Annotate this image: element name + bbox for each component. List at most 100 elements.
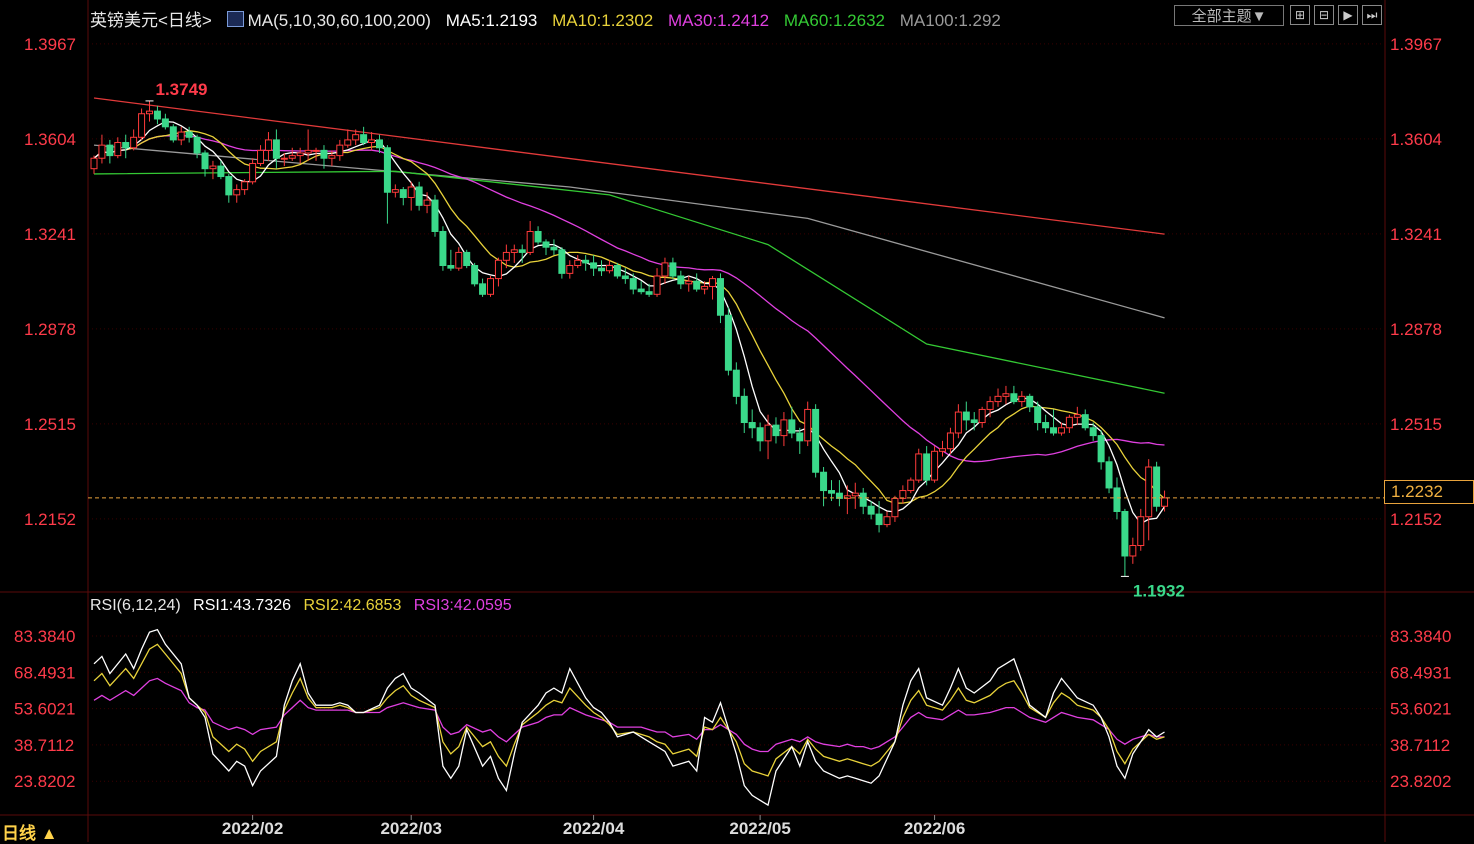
candle-body xyxy=(1050,427,1058,434)
candle-body xyxy=(796,432,804,442)
candle-body xyxy=(875,513,883,526)
candle-body xyxy=(1081,414,1089,429)
candle-body xyxy=(423,199,431,206)
candle-body xyxy=(502,251,510,261)
candle-body xyxy=(494,259,502,280)
candle-body xyxy=(169,126,177,141)
candle-body xyxy=(550,246,558,251)
high-price-label: 1.3749 xyxy=(156,80,208,99)
rsi2-line xyxy=(93,643,1165,777)
candle-body xyxy=(225,176,233,196)
candle-body xyxy=(621,275,629,280)
candle-body xyxy=(193,136,201,154)
rsi-tick-right: 68.4931 xyxy=(1390,663,1451,682)
candle-body xyxy=(526,230,534,253)
rsi-tick-left: 23.8202 xyxy=(14,772,75,791)
candle-body xyxy=(685,280,693,285)
time-tick-label: 2022/04 xyxy=(563,819,625,838)
candle-body xyxy=(1073,414,1081,418)
fast-forward-icon[interactable]: ⏭ xyxy=(1362,5,1382,25)
period-tag[interactable]: <日线> xyxy=(158,11,212,30)
candle-body xyxy=(629,278,637,290)
candle-body xyxy=(518,249,526,253)
candle-body xyxy=(122,142,130,149)
candle-body xyxy=(558,249,566,274)
candle-body xyxy=(264,139,272,151)
candle-body xyxy=(209,165,217,170)
candle-body xyxy=(368,139,376,144)
candle-body xyxy=(439,230,447,267)
candle-body xyxy=(304,149,312,154)
candle-body xyxy=(479,283,487,295)
candle-body xyxy=(1089,427,1097,437)
candle-body xyxy=(1034,406,1042,424)
time-tick-label: 2022/03 xyxy=(380,819,441,838)
candle-body xyxy=(598,267,606,272)
price-tick-right: 1.2152 xyxy=(1390,510,1442,529)
rsi-tick-right: 83.3840 xyxy=(1390,627,1451,646)
period-selector[interactable]: 日线 ▲ xyxy=(2,819,58,844)
rsi-tick-right: 38.7112 xyxy=(1390,736,1450,755)
candle-body xyxy=(1065,416,1073,429)
candle-body xyxy=(455,251,463,269)
candle-body xyxy=(296,152,304,157)
candle-body xyxy=(114,142,122,157)
ma30-line xyxy=(93,135,1165,463)
candle-body xyxy=(146,110,154,115)
candle-body xyxy=(328,155,336,159)
candle-body xyxy=(431,199,439,232)
price-tick-left: 1.3241 xyxy=(24,225,76,244)
candle-body xyxy=(1129,545,1137,557)
candle-body xyxy=(1153,466,1161,507)
candle-body xyxy=(312,149,320,152)
last-price-box: 1.2232 xyxy=(1384,480,1474,504)
chart-header: 英镑美元<日线> MA(5,10,30,60,100,200) MA5:1.21… xyxy=(90,6,1011,31)
candle-body xyxy=(939,448,947,452)
rsi1-value: RSI1:43.7326 xyxy=(193,597,292,614)
candle-body xyxy=(986,401,994,410)
price-tick-right: 1.2878 xyxy=(1390,320,1442,339)
candle-body xyxy=(962,411,970,421)
play-back-icon[interactable]: ▶ xyxy=(1338,5,1358,25)
candle-body xyxy=(923,453,931,481)
candle-body xyxy=(1161,497,1169,507)
time-tick-label: 2022/06 xyxy=(904,819,965,838)
grid-layout-icon[interactable]: ⊞ xyxy=(1290,5,1310,25)
rsi-header: RSI(6,12,24) RSI1:43.7326 RSI2:42.6853 R… xyxy=(90,597,520,615)
rsi-tick-right: 23.8202 xyxy=(1390,772,1451,791)
candle-body xyxy=(954,411,962,434)
candle-body xyxy=(653,275,661,295)
candle-body xyxy=(1057,427,1065,434)
theme-dropdown-button[interactable]: 全部主题▼ xyxy=(1174,5,1284,26)
candle-body xyxy=(1002,393,1010,397)
candle-body xyxy=(534,230,542,243)
ma-indicator-icon[interactable] xyxy=(226,11,244,27)
candle-body xyxy=(883,516,891,526)
gbpusd-chart[interactable]: 1.3967 1.3967 1.3604 1.3604 1.3241 1.3241 1.28… xyxy=(0,0,1474,842)
candle-body xyxy=(946,432,954,450)
candle-body xyxy=(732,369,740,397)
candle-body xyxy=(804,408,812,442)
candle-body xyxy=(217,165,225,178)
price-tick-left: 1.2152 xyxy=(24,510,76,529)
low-price-label: 1.1932 xyxy=(1133,581,1185,600)
candle-body xyxy=(867,505,875,515)
candle-body xyxy=(590,262,598,269)
candle-body xyxy=(970,419,978,424)
chart-window-icon[interactable]: ⊟ xyxy=(1314,5,1334,25)
candle-body xyxy=(391,189,399,193)
candle-body xyxy=(320,149,328,159)
candle-body xyxy=(344,139,352,146)
candle-body xyxy=(1026,395,1034,408)
rsi-tick-left: 38.7112 xyxy=(14,736,74,755)
candle-body xyxy=(740,395,748,424)
price-tick-right: 1.3604 xyxy=(1390,130,1442,149)
candle-body xyxy=(233,189,241,196)
ma10-line xyxy=(93,130,1165,504)
candle-body xyxy=(772,424,780,437)
candle-body xyxy=(827,490,835,494)
candle-body xyxy=(637,288,645,293)
price-tick-right: 1.3967 xyxy=(1390,35,1442,54)
price-tick-left: 1.2878 xyxy=(24,320,76,339)
candle-body xyxy=(859,492,867,507)
